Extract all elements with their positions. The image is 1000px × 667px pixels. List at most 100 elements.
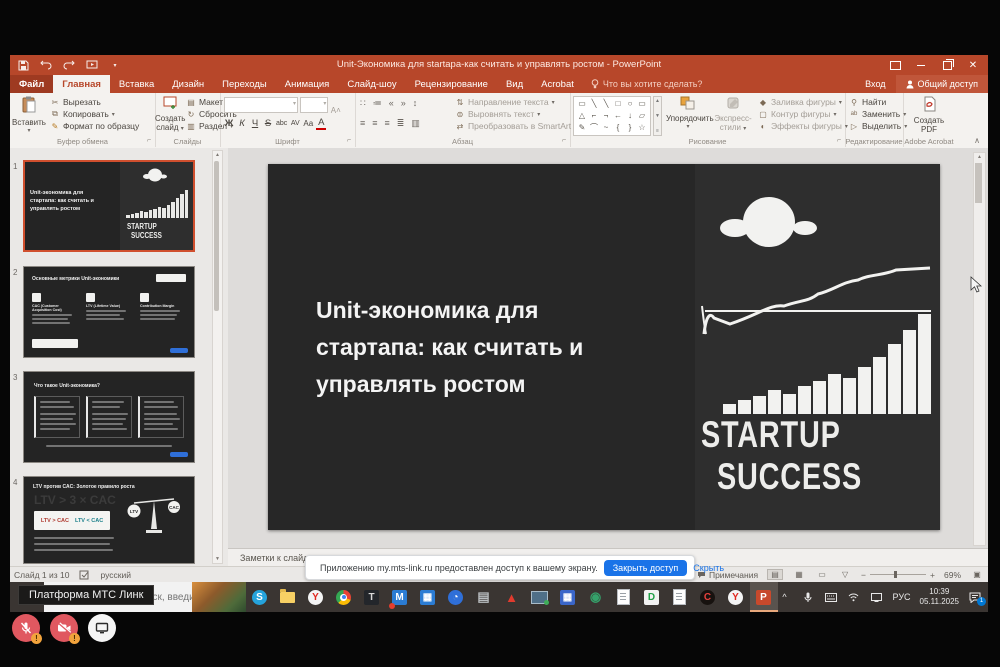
copy-button[interactable]: ⧉Копировать▾	[50, 109, 139, 119]
strikethrough-button[interactable]: S	[263, 118, 273, 129]
normal-view-icon[interactable]: ▤	[767, 569, 783, 580]
paste-button[interactable]: Вставить ▾	[12, 96, 46, 134]
line-spacing-icon[interactable]: ↕	[413, 98, 418, 109]
select-button[interactable]: ▷Выделить▾	[849, 121, 907, 131]
action-center-icon[interactable]: 1	[968, 592, 982, 603]
shape-outline-button[interactable]: ▢Контур фигуры▾	[758, 109, 848, 119]
search-highlight-image[interactable]	[192, 582, 246, 612]
powerpoint-icon[interactable]: P	[750, 582, 778, 612]
thumbnail-slide-2[interactable]: Основные метрики Unit-экономики CAC (Cus…	[23, 266, 195, 358]
share-button[interactable]: Общий доступ	[896, 75, 988, 93]
font-color-button[interactable]: А	[316, 117, 326, 130]
mic-muted-button[interactable]: !	[12, 614, 40, 642]
tab-file[interactable]: Файл	[10, 75, 53, 93]
thumbnail-slide-4[interactable]: LTV против CAC: Золотое правило роста LT…	[23, 476, 195, 564]
hidden-icons-chevron[interactable]: ^	[778, 592, 792, 602]
tab-home[interactable]: Главная	[53, 75, 110, 93]
arrange-button[interactable]: Упорядочить ▾	[666, 96, 710, 130]
format-painter-button[interactable]: ✎Формат по образцу	[50, 121, 139, 131]
slide-sorter-view-icon[interactable]: ▦	[792, 570, 806, 579]
shape-glyph[interactable]: {	[612, 122, 624, 134]
shape-glyph[interactable]: ✎	[576, 122, 588, 134]
tab-acrobat[interactable]: Acrobat	[532, 75, 583, 93]
hide-notification-link[interactable]: Скрыть	[693, 563, 724, 573]
font-size-combo[interactable]	[300, 97, 328, 113]
touch-keyboard-icon[interactable]	[824, 593, 838, 602]
underline-button[interactable]: Ч	[250, 118, 260, 129]
shapes-gallery[interactable]: ▭╲╲□○▭△⌐¬←↓▱✎⌒~{}☆	[573, 96, 651, 136]
chrome-icon[interactable]	[330, 582, 358, 612]
consultant-icon[interactable]: C	[694, 582, 722, 612]
current-slide[interactable]: Unit-экономика для стартапа: как считать…	[268, 164, 940, 530]
screen-share-active-button[interactable]	[88, 614, 116, 642]
text-shadow-button[interactable]: abc	[276, 120, 287, 127]
reading-view-icon[interactable]: ▭	[815, 570, 829, 579]
tab-transitions[interactable]: Переходы	[213, 75, 276, 93]
slideshow-view-icon[interactable]: ▽	[838, 570, 852, 579]
camera-off-button[interactable]: !	[50, 614, 78, 642]
shape-glyph[interactable]: ▱	[636, 110, 648, 122]
font-dialog-launcher[interactable]: ⌐	[345, 137, 353, 145]
language-tray-indicator[interactable]: РУС	[893, 592, 911, 602]
thumbnail-slide-1[interactable]: Unit-экономика длястартапа: как считать …	[23, 160, 195, 252]
shape-glyph[interactable]: ☆	[636, 122, 648, 134]
microphone-tray-icon[interactable]	[801, 592, 815, 603]
shape-glyph[interactable]: ⌐	[588, 110, 600, 122]
remote-desktop-icon[interactable]	[526, 582, 554, 612]
taskbar-clock[interactable]: 10:39 05.11.2025	[920, 587, 959, 607]
collapse-ribbon-icon[interactable]: ∧	[974, 136, 980, 145]
tab-slideshow[interactable]: Слайд-шоу	[338, 75, 405, 93]
shape-glyph[interactable]: ▭	[576, 98, 588, 110]
replace-button[interactable]: abЗаменить▾	[849, 109, 907, 119]
tab-design[interactable]: Дизайн	[163, 75, 213, 93]
yandex-2-icon[interactable]: Y	[722, 582, 750, 612]
shape-glyph[interactable]: ←	[612, 110, 624, 122]
zoom-level[interactable]: 69%	[944, 570, 961, 580]
shape-glyph[interactable]: △	[576, 110, 588, 122]
tab-insert[interactable]: Вставка	[110, 75, 163, 93]
blue-round-app-icon[interactable]: ◔	[442, 582, 470, 612]
decrease-indent-icon[interactable]: «	[389, 98, 394, 109]
align-right-icon[interactable]: ≡	[385, 118, 390, 129]
shape-glyph[interactable]: ○	[624, 98, 636, 110]
justify-icon[interactable]: ≣	[397, 118, 405, 129]
smartart-button[interactable]: ⇄Преобразовать в SmartArt▾	[455, 121, 577, 131]
acrobat-reader-icon[interactable]: ▲	[498, 582, 526, 612]
slide-title-textbox[interactable]: Unit-экономика для стартапа: как считать…	[316, 292, 676, 403]
yandex-browser-icon[interactable]: Y	[302, 582, 330, 612]
document-icon[interactable]	[610, 582, 638, 612]
increase-indent-icon[interactable]: »	[401, 98, 406, 109]
file-explorer-icon[interactable]	[274, 582, 302, 612]
network-wifi-icon[interactable]	[847, 593, 861, 602]
create-pdf-button[interactable]: Создать PDF	[911, 96, 947, 134]
shape-effects-button[interactable]: ◐Эффекты фигуры▾	[758, 121, 848, 131]
change-case-button[interactable]: Aa	[303, 119, 313, 128]
scanner-icon[interactable]: ▤	[470, 582, 498, 612]
shape-fill-button[interactable]: ◆Заливка фигуры▾	[758, 97, 848, 107]
find-button[interactable]: ⚲Найти	[849, 97, 907, 107]
text-direction-button[interactable]: ⇅Направление текста▾	[455, 97, 577, 107]
tell-me-box[interactable]: Что вы хотите сделать?	[583, 75, 711, 93]
language-indicator[interactable]: русский	[100, 570, 131, 580]
shape-glyph[interactable]: ╲	[600, 98, 612, 110]
thumbnail-slide-3[interactable]: Что такое Unit-экономика?	[23, 371, 195, 463]
calculator-icon[interactable]: ▦	[554, 582, 582, 612]
bold-button[interactable]: Ж	[224, 118, 234, 129]
italic-button[interactable]: К	[237, 118, 247, 129]
grow-font-icon[interactable]: A˄	[331, 106, 341, 115]
new-slide-button[interactable]: Создать слайд ▾	[155, 96, 185, 134]
cut-button[interactable]: ✂Вырезать	[50, 97, 139, 107]
skype-icon[interactable]: S	[246, 582, 274, 612]
shape-glyph[interactable]: ╲	[588, 98, 600, 110]
tab-view[interactable]: Вид	[497, 75, 532, 93]
quick-styles-button[interactable]: Экспресс- стили ▾	[712, 96, 754, 134]
align-text-button[interactable]: ⊜Выровнять текст▾	[455, 109, 577, 119]
mail-app-icon[interactable]: M	[386, 582, 414, 612]
font-name-combo[interactable]	[224, 97, 298, 113]
shape-glyph[interactable]: ▭	[636, 98, 648, 110]
tab-review[interactable]: Рецензирование	[406, 75, 497, 93]
align-center-icon[interactable]: ≡	[372, 118, 377, 129]
shape-glyph[interactable]: □	[612, 98, 624, 110]
sign-in-button[interactable]: Вход	[855, 75, 895, 93]
close-icon[interactable]: ✕	[960, 55, 986, 75]
